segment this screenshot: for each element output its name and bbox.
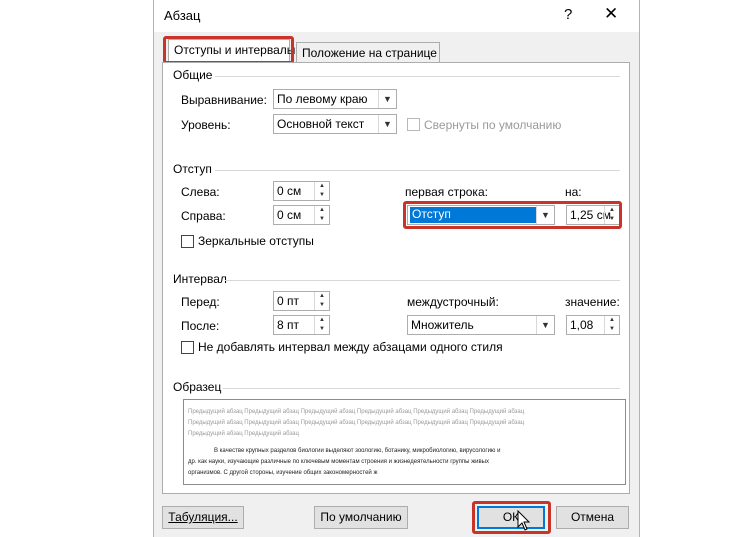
at-value: 1,08 (570, 318, 594, 332)
spin-buttons[interactable]: ▲ ▼ (314, 292, 329, 310)
preview-sample-line: др. как науки, изучающие различные по кл… (188, 459, 489, 465)
highlight-first-line (403, 201, 622, 229)
no-space-checkbox[interactable] (181, 341, 194, 354)
right-indent-spinner[interactable]: 0 см ▲ ▼ (273, 205, 330, 225)
spin-down-icon[interactable]: ▼ (315, 215, 329, 224)
divider (223, 388, 620, 389)
spin-up-icon[interactable]: ▲ (315, 182, 329, 191)
chevron-down-icon: ▼ (378, 115, 396, 133)
section-indent-heading: Отступ (173, 162, 212, 176)
mouse-pointer-icon (517, 510, 531, 531)
preview-box: Предыдущий абзац Предыдущий абзац Предыд… (183, 399, 626, 485)
dialog-title: Абзац (164, 8, 201, 23)
alignment-label: Выравнивание: (181, 93, 267, 107)
after-label: После: (181, 319, 220, 333)
set-default-button[interactable]: По умолчанию (314, 506, 408, 529)
spin-up-icon[interactable]: ▲ (605, 316, 619, 325)
cancel-button[interactable]: Отмена (556, 506, 629, 529)
close-button[interactable]: ✕ (604, 4, 618, 24)
preview-prev-line: Предыдущий абзац Предыдущий абзац (188, 431, 299, 437)
tabs-button[interactable]: Табуляция... (162, 506, 244, 529)
spin-down-icon[interactable]: ▼ (315, 191, 329, 200)
section-general-heading: Общие (173, 68, 213, 82)
spin-down-icon[interactable]: ▼ (315, 301, 329, 310)
before-label: Перед: (181, 295, 220, 309)
left-indent-label: Слева: (181, 185, 220, 199)
collapsed-label: Свернуты по умолчанию (424, 118, 562, 132)
spin-down-icon[interactable]: ▼ (315, 325, 329, 334)
help-button[interactable]: ? (564, 6, 572, 23)
chevron-down-icon: ▼ (378, 90, 396, 108)
tab-panel: Общие Выравнивание: По левому краю ▼ Уро… (162, 62, 630, 494)
no-space-label: Не добавлять интервал между абзацами одн… (198, 340, 503, 354)
paragraph-dialog: Абзац ? ✕ Отступы и интервалы Положение … (153, 0, 640, 537)
preview-sample-line: организмов. С другой стороны, изучение о… (188, 470, 378, 476)
divider (215, 76, 620, 77)
right-indent-label: Справа: (181, 209, 226, 223)
spin-buttons[interactable]: ▲ ▼ (314, 206, 329, 224)
section-spacing-heading: Интервал (173, 272, 227, 286)
spin-up-icon[interactable]: ▲ (315, 292, 329, 301)
after-value: 8 пт (277, 318, 300, 332)
tabs-button-label: Табуляция... (168, 510, 238, 524)
spin-down-icon[interactable]: ▼ (605, 325, 619, 334)
at-spinner[interactable]: 1,08 ▲ ▼ (566, 315, 620, 335)
line-spacing-select[interactable]: Множитель ▼ (407, 315, 555, 335)
spin-up-icon[interactable]: ▲ (315, 316, 329, 325)
title-bar: Абзац ? ✕ (154, 0, 639, 32)
chevron-down-icon: ▼ (536, 316, 554, 334)
alignment-select[interactable]: По левому краю ▼ (273, 89, 397, 109)
line-spacing-value: Множитель (411, 318, 474, 332)
highlight-ok (472, 501, 551, 534)
after-spinner[interactable]: 8 пт ▲ ▼ (273, 315, 330, 335)
line-spacing-label: междустрочный: (407, 295, 499, 309)
preview-prev-line: Предыдущий абзац Предыдущий абзац Предыд… (188, 420, 525, 426)
divider (225, 280, 620, 281)
tab-line-page-breaks[interactable]: Положение на странице (296, 42, 440, 63)
preview-sample-line: В качестве крупных разделов биологии выд… (214, 448, 501, 454)
tab-label: Положение на странице (302, 46, 437, 60)
before-spinner[interactable]: 0 пт ▲ ▼ (273, 291, 330, 311)
spin-buttons[interactable]: ▲ ▼ (314, 182, 329, 200)
mirror-indents-checkbox[interactable] (181, 235, 194, 248)
preview-prev-line: Предыдущий абзац Предыдущий абзац Предыд… (188, 409, 525, 415)
divider (215, 170, 620, 171)
at-label: значение: (565, 295, 620, 309)
alignment-value: По левому краю (277, 92, 368, 106)
left-indent-spinner[interactable]: 0 см ▲ ▼ (273, 181, 330, 201)
first-line-label: первая строка: (405, 185, 488, 199)
right-indent-value: 0 см (277, 208, 302, 222)
level-value: Основной текст (277, 117, 365, 131)
spin-up-icon[interactable]: ▲ (315, 206, 329, 215)
spin-buttons[interactable]: ▲ ▼ (604, 316, 619, 334)
left-indent-value: 0 см (277, 184, 302, 198)
spin-buttons[interactable]: ▲ ▼ (314, 316, 329, 334)
set-default-button-label: По умолчанию (320, 510, 402, 524)
before-value: 0 пт (277, 294, 300, 308)
section-preview-heading: Образец (173, 380, 222, 394)
mirror-indents-label: Зеркальные отступы (198, 234, 314, 248)
cancel-button-label: Отмена (570, 510, 615, 524)
highlight-tab (163, 36, 294, 64)
level-label: Уровень: (181, 118, 231, 132)
level-select[interactable]: Основной текст ▼ (273, 114, 397, 134)
collapsed-checkbox[interactable] (407, 118, 420, 131)
by-label: на: (565, 185, 582, 199)
